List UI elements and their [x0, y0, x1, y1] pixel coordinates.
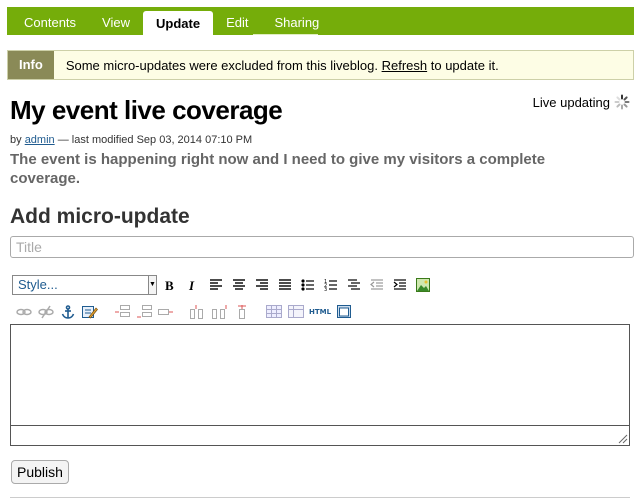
italic-icon: I	[188, 278, 195, 292]
tab-bar: Contents View Update Edit Sharing	[7, 7, 634, 35]
resize-handle-icon[interactable]	[616, 432, 628, 444]
insert-row-before-icon	[115, 305, 130, 317]
editor-toolbar-row-1: Style... ▼ B I 123	[12, 274, 433, 296]
live-updating-indicator: Live updating	[533, 94, 630, 110]
italic-button[interactable]: I	[183, 275, 203, 295]
unlink-icon	[38, 305, 54, 319]
insert-row-after-button[interactable]	[134, 302, 154, 322]
align-center-icon	[233, 279, 245, 290]
definition-list-button[interactable]	[344, 275, 364, 295]
html-source-label: HTML	[308, 308, 332, 316]
insert-column-before-icon	[190, 305, 203, 319]
title-input[interactable]	[10, 236, 634, 258]
live-updating-label: Live updating	[532, 94, 610, 110]
rich-text-editor[interactable]	[10, 324, 630, 446]
byline-prefix: by	[10, 134, 22, 146]
insert-row-before-button[interactable]	[112, 302, 132, 322]
link-icon	[16, 308, 32, 316]
delete-column-icon	[238, 305, 246, 319]
definition-list-icon	[348, 279, 360, 290]
svg-text:3: 3	[324, 287, 327, 292]
bold-icon: B	[165, 278, 174, 292]
divider	[10, 497, 630, 498]
tab-hover-underline	[253, 34, 318, 35]
insert-table-icon	[288, 305, 304, 318]
author-link[interactable]: admin	[25, 134, 55, 146]
tab-sharing[interactable]: Sharing	[261, 7, 332, 35]
tab-update[interactable]: Update	[143, 11, 214, 35]
delete-col-button[interactable]	[232, 302, 252, 322]
insert-col-before-button[interactable]	[188, 302, 208, 322]
info-label: Info	[8, 51, 54, 79]
align-center-button[interactable]	[229, 275, 249, 295]
justify-button[interactable]	[275, 275, 295, 295]
insert-column-after-icon	[212, 305, 227, 319]
insert-link-button[interactable]	[14, 302, 34, 322]
html-source-button[interactable]: HTML	[308, 302, 332, 322]
insert-image-button[interactable]	[413, 275, 433, 295]
indent-button[interactable]	[390, 275, 410, 295]
table-properties-button[interactable]	[264, 302, 284, 322]
publish-button[interactable]: Publish	[11, 460, 69, 484]
last-modified: — last modified Sep 03, 2014 07:10 PM	[57, 134, 253, 146]
style-select-value: Style...	[18, 277, 58, 292]
image-icon	[416, 278, 430, 292]
delete-row-icon	[158, 309, 173, 315]
anchor-button[interactable]	[58, 302, 78, 322]
indent-icon	[393, 279, 406, 290]
anchor-icon	[61, 305, 75, 319]
delete-row-button[interactable]	[156, 302, 176, 322]
insert-table-button[interactable]	[286, 302, 306, 322]
bullet-list-icon	[301, 279, 314, 291]
tab-contents[interactable]: Contents	[11, 7, 89, 35]
align-right-icon	[256, 279, 268, 290]
page-title: My event live coverage	[10, 95, 283, 125]
tab-view[interactable]: View	[89, 7, 143, 35]
add-micro-update-heading: Add micro-update	[10, 205, 190, 228]
tab-edit[interactable]: Edit	[213, 7, 261, 35]
page-description: The event is happening right now and I n…	[10, 151, 546, 187]
fullscreen-button[interactable]	[334, 302, 354, 322]
numbered-list-icon: 123	[324, 279, 337, 292]
bullet-list-button[interactable]	[298, 275, 318, 295]
svg-text:B: B	[165, 278, 174, 292]
editor-toolbar-row-2: HTML	[12, 302, 354, 322]
editor-content-area[interactable]	[11, 325, 629, 426]
justify-icon	[279, 279, 291, 290]
align-left-button[interactable]	[206, 275, 226, 295]
byline: by admin — last modified Sep 03, 2014 07…	[10, 134, 252, 146]
svg-text:I: I	[188, 278, 195, 292]
fullscreen-icon	[337, 305, 351, 318]
loading-spinner-icon	[614, 94, 630, 110]
refresh-link[interactable]: Refresh	[382, 58, 428, 73]
bold-button[interactable]: B	[160, 275, 180, 295]
edit-icon	[82, 306, 98, 319]
insert-row-after-icon	[137, 305, 152, 318]
style-select[interactable]: Style... ▼	[12, 275, 157, 295]
insert-col-after-button[interactable]	[210, 302, 230, 322]
align-right-button[interactable]	[252, 275, 272, 295]
info-message: Some micro-updates were excluded from th…	[65, 57, 378, 73]
info-message-end: to update it.	[430, 57, 499, 73]
outdent-icon	[370, 279, 383, 290]
outdent-button[interactable]	[367, 275, 387, 295]
info-banner: Info Some micro-updates were excluded fr…	[7, 50, 634, 80]
edit-button[interactable]	[80, 302, 100, 322]
unlink-button[interactable]	[36, 302, 56, 322]
select-arrow-icon: ▼	[148, 275, 157, 295]
table-icon	[266, 305, 282, 318]
numbered-list-button[interactable]: 123	[321, 275, 341, 295]
align-left-icon	[210, 279, 222, 290]
